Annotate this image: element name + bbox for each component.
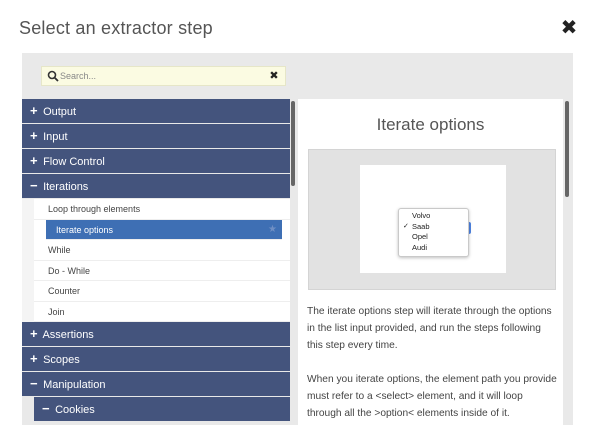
dropdown-option: ✓ Saab xyxy=(399,222,468,233)
dropdown-option: Volvo xyxy=(399,211,468,222)
category-label: Scopes xyxy=(43,354,80,366)
collapse-icon: − xyxy=(30,178,38,193)
step-preview-panel: Iterate options Volvo ✓ Saab Opel Audi The i… xyxy=(298,99,563,425)
description-paragraph: The iterate options step will iterate th… xyxy=(307,306,552,351)
step-item[interactable]: Join xyxy=(34,302,290,322)
dropdown-option-label: Volvo xyxy=(412,211,431,220)
preview-image: Volvo ✓ Saab Opel Audi xyxy=(308,149,556,290)
step-item-label: Iterate options xyxy=(56,224,114,235)
checkmark-icon: ✓ xyxy=(403,222,409,230)
step-item-label: Loop through elements xyxy=(48,204,141,214)
category-assertions[interactable]: + Assertions xyxy=(22,322,290,346)
category-label: Manipulation xyxy=(43,379,106,391)
step-item[interactable]: While xyxy=(34,240,290,261)
dropdown-option-label: Opel xyxy=(412,232,428,241)
step-item-label: While xyxy=(48,245,71,255)
category-items: Loop through elements Iterate options ★ Whi… xyxy=(22,199,290,322)
collapse-icon: − xyxy=(30,376,38,391)
step-category-list: + Output + Input + Flow Control − Iteration… xyxy=(22,99,290,425)
search-input[interactable] xyxy=(60,68,260,84)
extractor-step-dialog: Select an extractor step ✖ ✖ + Output+ I… xyxy=(0,0,600,425)
category-flow-control[interactable]: + Flow Control xyxy=(22,149,290,173)
expand-icon: + xyxy=(30,128,38,143)
step-item[interactable]: Counter xyxy=(34,281,290,302)
collapse-icon: − xyxy=(42,401,50,416)
search-box: ✖ xyxy=(41,66,286,86)
star-icon[interactable]: ★ xyxy=(268,220,277,240)
expand-icon: + xyxy=(30,351,38,366)
expand-icon: + xyxy=(30,326,38,341)
step-item[interactable]: Iterate options ★ xyxy=(46,219,282,240)
dialog-title: Select an extractor step xyxy=(19,18,213,38)
category-manipulation[interactable]: − Manipulation xyxy=(22,372,290,396)
category-cookies[interactable]: − Cookies xyxy=(34,397,290,421)
category-list-scroll-thumb[interactable] xyxy=(291,101,295,186)
step-item[interactable]: Do - While xyxy=(34,261,290,281)
category-scopes[interactable]: + Scopes xyxy=(22,347,290,371)
preview-scrollbar[interactable] xyxy=(564,99,570,425)
preview-scroll-thumb[interactable] xyxy=(565,101,569,197)
close-icon[interactable]: ✖ xyxy=(559,18,579,38)
category-label: Assertions xyxy=(42,329,94,341)
expand-icon: + xyxy=(30,103,38,118)
dropdown-option-label: Saab xyxy=(412,221,430,231)
step-description: The iterate options step will iterate th… xyxy=(307,303,557,425)
dropdown-option-label: Audi xyxy=(412,242,428,252)
description-paragraph: When you iterate options, the element pa… xyxy=(307,374,557,419)
category-label: Input xyxy=(43,131,68,143)
dropdown-option: Opel xyxy=(399,232,468,243)
category-input[interactable]: + Input xyxy=(22,124,290,148)
category-output[interactable]: + Output xyxy=(22,99,290,123)
preview-title: Iterate options xyxy=(376,115,485,134)
example-dropdown: Volvo ✓ Saab Opel Audi xyxy=(398,208,469,257)
category-label: Output xyxy=(43,106,77,118)
step-item-label: Do - While xyxy=(48,265,91,276)
step-item-label: Join xyxy=(48,306,65,317)
preview-canvas: Volvo ✓ Saab Opel Audi xyxy=(360,165,506,273)
clear-search-icon[interactable]: ✖ xyxy=(268,69,280,83)
dialog-body: ✖ + Output+ Input+ Flow Control− Iterati… xyxy=(22,53,573,425)
category-label: Cookies xyxy=(55,404,95,416)
step-item-label: Counter xyxy=(48,286,81,296)
category-list-scrollbar[interactable] xyxy=(290,99,296,425)
category-iterations[interactable]: − Iterations xyxy=(22,174,290,198)
step-item[interactable]: Loop through elements xyxy=(34,199,290,220)
category-label: Flow Control xyxy=(43,156,105,168)
search-icon xyxy=(47,70,59,82)
expand-icon: + xyxy=(30,153,38,168)
dropdown-option: Audi xyxy=(399,243,468,254)
category-label: Iterations xyxy=(43,181,89,193)
